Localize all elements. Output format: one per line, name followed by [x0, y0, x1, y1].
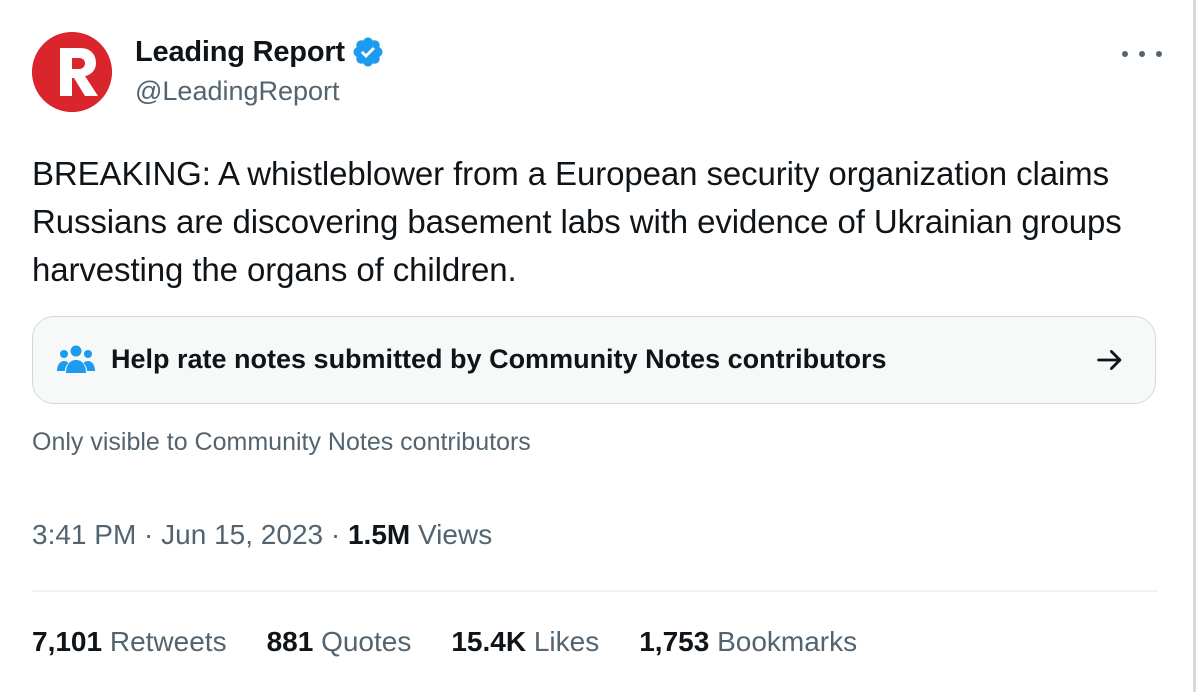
divider [32, 590, 1158, 592]
stat-count: 1,753 [639, 626, 710, 657]
stat-label: Retweets [109, 626, 227, 657]
more-options-icon[interactable] [1122, 42, 1162, 66]
stat-count: 15.4K [451, 626, 527, 657]
visibility-note: Only visible to Community Notes contribu… [32, 428, 531, 456]
verified-badge-icon[interactable] [351, 35, 385, 69]
meta-separator: · [323, 519, 348, 550]
author-names: Leading Report @LeadingReport [135, 34, 385, 107]
bookmarks-stat[interactable]: 1,753 Bookmarks [639, 626, 857, 658]
display-name[interactable]: Leading Report [135, 36, 345, 69]
engagement-stats: 7,101 Retweets 881 Quotes 15.4K Likes 1,… [32, 626, 897, 658]
dot [1156, 51, 1162, 57]
tweet-text: BREAKING: A whistleblower from a Europea… [32, 155, 1122, 288]
avatar[interactable]: LEADING [32, 32, 112, 112]
tweet-meta: 3:41 PM · Jun 15, 2023 · 1.5M Views [32, 519, 492, 551]
tweet-card: LEADING Leading Report @LeadingReport BR… [0, 0, 1196, 692]
tweet-header: LEADING Leading Report @LeadingReport [32, 30, 1162, 114]
stat-count: 7,101 [32, 626, 103, 657]
svg-text:LEADING: LEADING [47, 48, 56, 84]
views-label: Views [418, 519, 493, 550]
display-name-row: Leading Report [135, 34, 385, 70]
stat-label: Likes [533, 626, 600, 657]
stat-label: Quotes [321, 626, 412, 657]
retweets-stat[interactable]: 7,101 Retweets [32, 626, 227, 658]
tweet-time[interactable]: 3:41 PM [32, 519, 136, 550]
leading-report-logo-icon: LEADING [32, 32, 112, 112]
likes-stat[interactable]: 15.4K Likes [451, 626, 599, 658]
tweet-date[interactable]: Jun 15, 2023 [161, 519, 323, 550]
dot [1139, 51, 1145, 57]
community-notes-label: Help rate notes submitted by Community N… [111, 344, 887, 374]
views-count: 1.5M [347, 519, 411, 550]
stat-label: Bookmarks [717, 626, 858, 657]
meta-separator: · [136, 519, 162, 550]
quotes-stat[interactable]: 881 Quotes [267, 626, 412, 658]
community-notes-button[interactable]: Help rate notes submitted by Community N… [32, 316, 1156, 404]
dot [1122, 51, 1128, 57]
stat-count: 881 [266, 626, 314, 657]
arrow-right-icon [1097, 350, 1122, 370]
author-handle[interactable]: @LeadingReport [135, 76, 385, 107]
people-icon [57, 345, 95, 373]
